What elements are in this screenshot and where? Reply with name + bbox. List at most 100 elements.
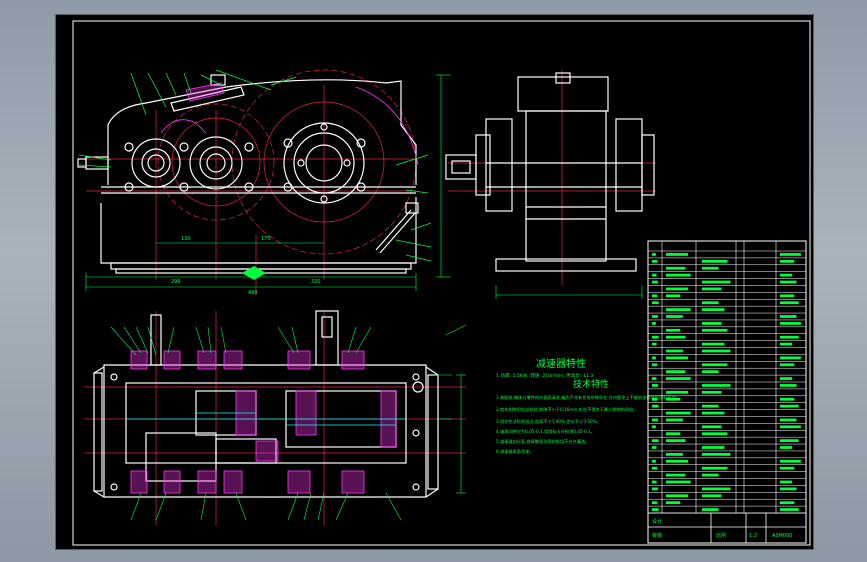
side-view [436, 70, 656, 299]
parts-cell-mark [780, 459, 801, 463]
cad-drawing-viewport[interactable]: 130 170 296 320 490 减速器特性 1.功率: 1.5KW, 转… [55, 14, 814, 550]
parts-cell-mark [702, 287, 722, 291]
parts-cell-mark [652, 501, 658, 505]
parts-cell-mark [780, 418, 797, 422]
parts-cell-mark [780, 446, 793, 449]
parts-cell-mark [666, 370, 686, 374]
parts-cell-mark [652, 384, 658, 387]
tech-note-2: 2.啮合侧隙用铅丝检验,侧隙不小于0.16mm,铅丝不得大于最小侧隙的四倍。 [496, 406, 637, 413]
parts-cell-mark [702, 404, 719, 408]
parts-cell-mark [652, 377, 657, 380]
parts-cell-mark [666, 439, 686, 442]
parts-cell-mark [652, 418, 658, 422]
parts-cell-mark [652, 439, 659, 442]
parts-cell-mark [666, 328, 681, 332]
spec-title: 减速器特性 [536, 357, 586, 370]
parts-cell-mark [652, 259, 658, 263]
parts-cell-mark [780, 315, 797, 318]
scale-label: 比例 [716, 532, 726, 539]
parts-cell-mark [652, 253, 656, 256]
parts-cell-mark [702, 308, 725, 311]
parts-cell-mark [702, 487, 731, 491]
parts-cell-mark [666, 294, 681, 298]
parts-cell-mark [666, 349, 683, 353]
parts-cell-mark [702, 342, 725, 346]
dim-label-5: 490 [248, 290, 258, 296]
parts-cell-mark [780, 487, 797, 491]
scale-value: 1:2 [749, 533, 757, 539]
parts-cell-mark [652, 404, 659, 408]
parts-cell-mark [702, 453, 731, 456]
parts-cell-mark [652, 301, 659, 305]
parts-cell-mark [702, 370, 719, 374]
parts-cell-mark [780, 294, 795, 298]
parts-cell-mark [702, 508, 719, 511]
parts-cell-mark [702, 301, 719, 305]
title-row-label-2: 审核 [652, 532, 662, 539]
parts-cell-mark [666, 432, 681, 436]
parts-cell-mark [666, 397, 681, 401]
parts-cell-mark [666, 501, 681, 505]
parts-cell-mark [666, 473, 686, 477]
parts-cell-mark [780, 259, 795, 263]
parts-cell-mark [666, 356, 689, 360]
parts-cell-mark [666, 377, 691, 380]
parts-cell-mark [780, 377, 793, 380]
parts-cell-mark [652, 397, 658, 401]
tech-title: 技术特性 [573, 378, 609, 390]
parts-cell-mark [780, 425, 801, 429]
parts-cell-mark [666, 480, 691, 484]
parts-cell-mark [780, 335, 799, 339]
parts-cell-mark [780, 322, 801, 325]
front-view: 130 170 296 320 490 [77, 69, 432, 296]
parts-cell-mark [702, 322, 722, 325]
parts-cell-mark [666, 459, 689, 463]
drawing-number: ASM000 [772, 533, 792, 539]
parts-cell-mark [780, 384, 797, 387]
parts-cell-mark [780, 342, 793, 346]
parts-cell-mark [652, 356, 656, 360]
parts-cell-mark [780, 439, 799, 442]
parts-cell-mark [702, 390, 722, 394]
parts-cell-mark [666, 390, 689, 394]
parts-cell-mark [666, 253, 689, 256]
parts-cell-mark [666, 335, 686, 339]
parts-cell-mark [780, 397, 795, 401]
parts-cell-mark [702, 466, 728, 470]
parts-cell-mark [702, 266, 719, 270]
gearbox-assembly-drawing: 130 170 296 320 490 减速器特性 1.功率: 1.5KW, 转… [72, 20, 811, 546]
parts-cell-mark [652, 273, 657, 277]
tech-note-4: 4.轴承间隙应为0.05-0.1,用游标卡尺检测0.05-0.1。 [496, 428, 595, 435]
parts-cell-mark [702, 349, 731, 353]
parts-cell-mark [652, 280, 658, 284]
tech-note-3: 3.用涂色法检验斑点,齿高不小于40%,齿长不小于50%。 [496, 418, 601, 425]
dim-label-2: 170 [261, 236, 271, 242]
parts-cell-mark [780, 480, 793, 484]
parts-cell-mark [652, 425, 656, 429]
parts-cell-mark [702, 280, 731, 284]
parts-cell-mark [702, 473, 719, 477]
parts-cell-mark [702, 328, 728, 332]
parts-cell-mark [702, 494, 722, 498]
parts-cell-mark [666, 411, 691, 415]
parts-cell-mark [666, 287, 689, 291]
parts-cell-mark [780, 501, 795, 505]
parts-cell-mark [666, 418, 683, 422]
parts-cell-mark [780, 253, 801, 256]
parts-cell-mark [702, 259, 728, 263]
parts-cell-mark [652, 315, 658, 318]
parts-cell-mark [652, 466, 658, 470]
parts-cell-mark [702, 384, 731, 387]
tech-note-5: 5.减速器剖分面,各接触面及密封处均不允许漏油。 [496, 438, 589, 445]
parts-cell-mark [702, 363, 728, 367]
parts-cell-mark [652, 335, 659, 339]
parts-cell-mark [780, 273, 793, 277]
dim-label-4: 320 [311, 279, 321, 285]
parts-cell-mark [780, 356, 801, 360]
parts-cell-mark [666, 453, 683, 456]
spec-params: 1.功率: 1.5KW, 转速: 210r/min, 传动比: 11.3 [496, 372, 593, 379]
title-row-label-1: 设计 [652, 518, 662, 525]
parts-cell-mark [652, 294, 658, 298]
parts-cell-mark [702, 446, 725, 449]
parts-cell-mark [652, 342, 657, 346]
